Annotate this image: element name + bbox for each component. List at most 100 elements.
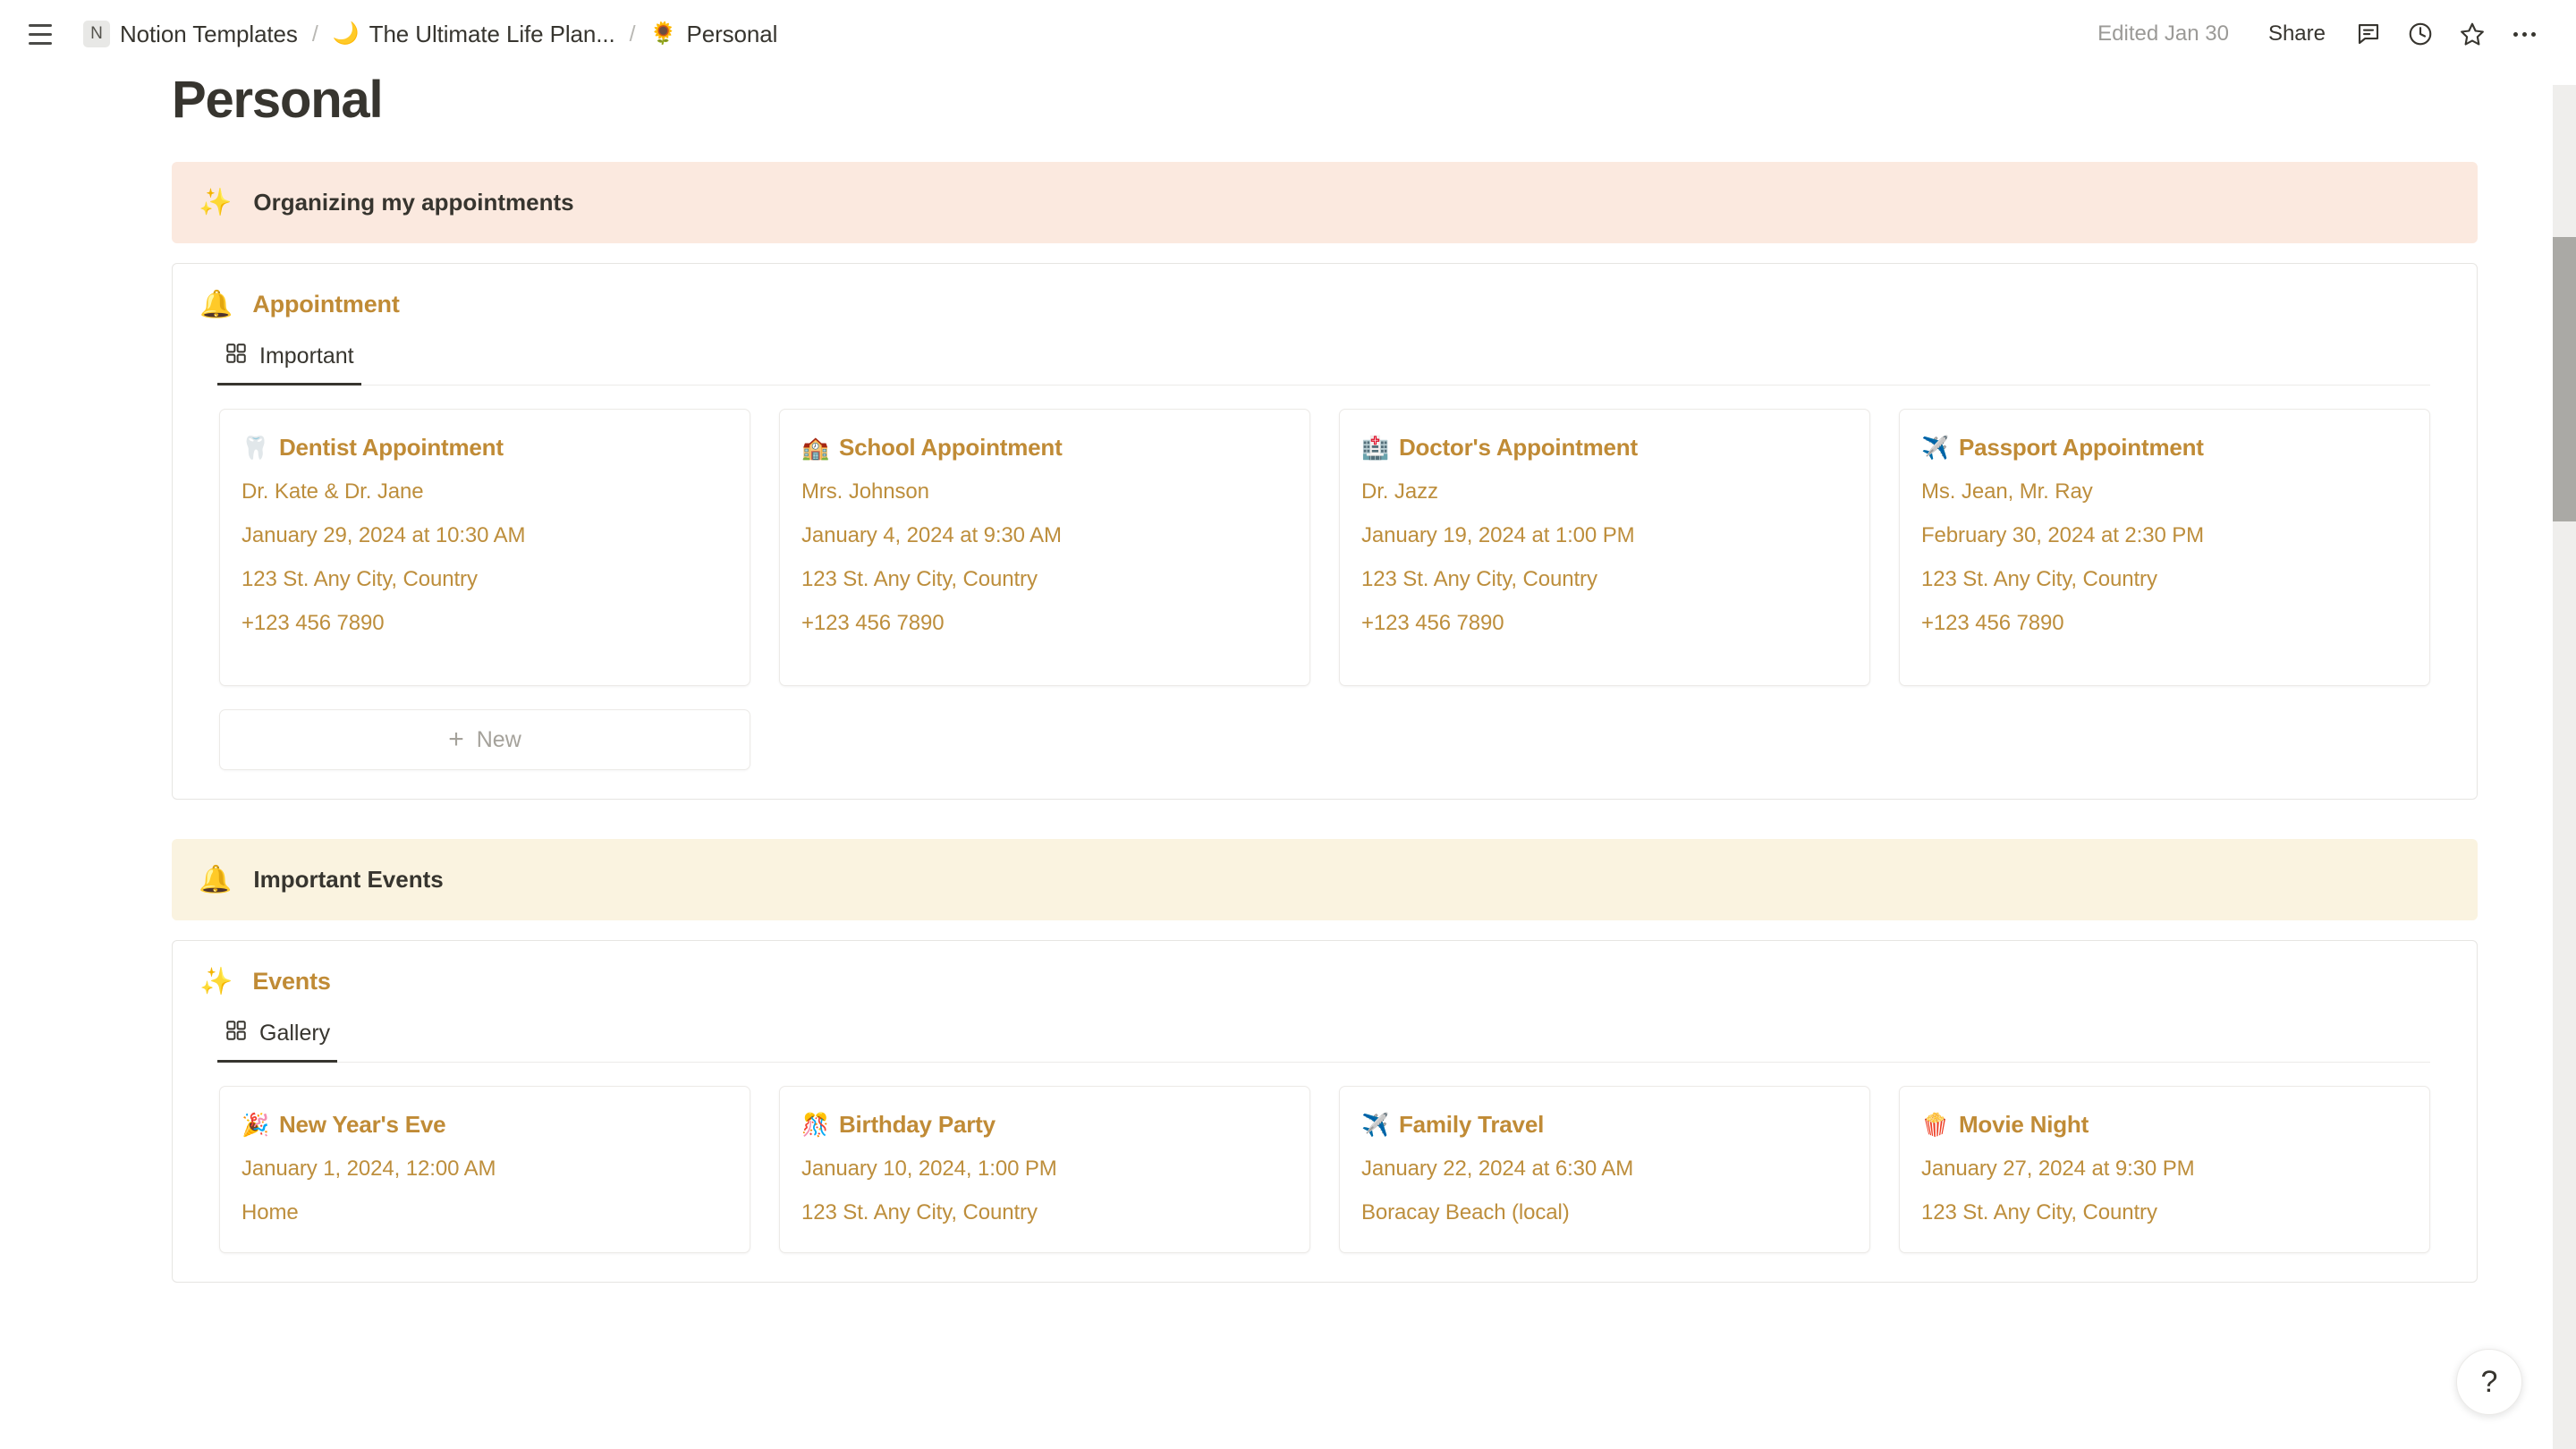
appointment-card-title: Dentist Appointment [278, 434, 504, 461]
appointment-card-phone: +123 456 7890 [1361, 611, 1504, 635]
breadcrumb-label-workspace: Notion Templates [120, 20, 298, 47]
events-database-header: ✨ Events [173, 959, 2477, 999]
vertical-scrollbar-thumb[interactable] [2553, 237, 2576, 521]
breadcrumb-item-life-plan[interactable]: 🌙 The Ultimate Life Plan... [325, 16, 623, 53]
appointment-card[interactable]: 🏫 School Appointment Mrs. Johnson Januar… [779, 409, 1310, 686]
breadcrumb-item-workspace[interactable]: N Notion Templates [75, 16, 306, 53]
event-card[interactable]: ✈️ Family Travel January 22, 2024 at 6:3… [1339, 1086, 1870, 1253]
event-card-title: Movie Night [1958, 1111, 2089, 1138]
appointment-card-address: 123 St. Any City, Country [1361, 567, 1597, 591]
events-cards-grid: 🎉 New Year's Eve January 1, 2024, 12:00 … [173, 1063, 2477, 1253]
appointment-card[interactable]: 🦷 Dentist Appointment Dr. Kate & Dr. Jan… [219, 409, 750, 686]
appointment-card-title-row: 🏫 School Appointment [801, 434, 1288, 462]
page-content: Personal ✨ Organizing my appointments 🔔 … [0, 70, 2576, 1283]
tab-important[interactable]: Important [217, 333, 361, 386]
tab-important-label: Important [259, 343, 354, 369]
confetti-ball-icon: 🎊 [801, 1113, 829, 1138]
event-card[interactable]: 🎉 New Year's Eve January 1, 2024, 12:00 … [219, 1086, 750, 1253]
star-icon[interactable] [2451, 13, 2494, 55]
appointment-card-datetime: January 29, 2024 at 10:30 AM [242, 523, 526, 547]
event-card-location: Home [242, 1200, 299, 1224]
workspace-badge-icon: N [83, 21, 110, 47]
airplane-icon: ✈️ [1361, 1113, 1389, 1138]
event-card-title: New Year's Eve [278, 1111, 446, 1138]
top-bar-actions: Edited Jan 30 Share [2087, 13, 2546, 55]
event-card-datetime: January 1, 2024, 12:00 AM [242, 1157, 496, 1181]
event-card-title-row: ✈️ Family Travel [1361, 1111, 1848, 1139]
party-popper-icon: 🎉 [242, 1113, 269, 1138]
gallery-view-icon [225, 1019, 248, 1048]
page-title[interactable]: Personal [172, 70, 2478, 130]
moon-icon: 🌙 [332, 21, 360, 46]
new-appointment-label: New [476, 726, 521, 752]
appointment-database-tabs: Important [217, 333, 2430, 386]
history-icon[interactable] [2399, 13, 2442, 55]
bell-icon: 🔔 [199, 289, 233, 319]
appointment-database-block: 🔔 Appointment Important 🦷 Dentist Appoin… [172, 263, 2478, 800]
tab-gallery[interactable]: Gallery [217, 1010, 338, 1063]
event-card-title: Birthday Party [838, 1111, 996, 1138]
breadcrumb-label-life-plan: The Ultimate Life Plan... [369, 20, 615, 47]
appointment-card-address: 123 St. Any City, Country [801, 567, 1038, 591]
new-appointment-button[interactable]: + New [219, 709, 750, 770]
event-card-datetime: January 22, 2024 at 6:30 AM [1361, 1157, 1634, 1181]
bell-icon: 🔔 [199, 864, 233, 894]
appointment-card-phone: +123 456 7890 [242, 611, 385, 635]
appointment-card-datetime: January 4, 2024 at 9:30 AM [801, 523, 1062, 547]
airplane-icon: ✈️ [1921, 436, 1949, 461]
appointment-card-phone: +123 456 7890 [1921, 611, 2064, 635]
event-card-title-row: 🍿 Movie Night [1921, 1111, 2408, 1139]
appointment-card-title: Passport Appointment [1958, 434, 2204, 461]
appointment-card-person: Dr. Jazz [1361, 479, 1438, 504]
tooth-icon: 🦷 [242, 436, 269, 461]
callout-organizing-appointments[interactable]: ✨ Organizing my appointments [172, 162, 2478, 243]
appointment-card-datetime: January 19, 2024 at 1:00 PM [1361, 523, 1635, 547]
appointment-card-address: 123 St. Any City, Country [1921, 567, 2157, 591]
plus-icon: + [448, 724, 464, 754]
comment-icon[interactable] [2347, 13, 2390, 55]
appointment-card-phone: +123 456 7890 [801, 611, 945, 635]
top-bar: N Notion Templates / 🌙 The Ultimate Life… [0, 0, 2576, 68]
sparkles-icon: ✨ [199, 966, 233, 996]
appointment-card-title: School Appointment [838, 434, 1063, 461]
hospital-icon: 🏥 [1361, 436, 1389, 461]
sparkles-icon: ✨ [199, 187, 233, 217]
event-card-datetime: January 27, 2024 at 9:30 PM [1921, 1157, 2195, 1181]
event-card-location: 123 St. Any City, Country [1921, 1200, 2157, 1224]
more-options-icon[interactable] [2503, 13, 2546, 55]
appointment-card[interactable]: ✈️ Passport Appointment Ms. Jean, Mr. Ra… [1899, 409, 2430, 686]
event-card[interactable]: 🍿 Movie Night January 27, 2024 at 9:30 P… [1899, 1086, 2430, 1253]
appointment-card-title-row: 🏥 Doctor's Appointment [1361, 434, 1848, 462]
breadcrumb-separator-1: / [311, 21, 318, 47]
last-edited-label[interactable]: Edited Jan 30 [2087, 16, 2240, 52]
event-card-location: 123 St. Any City, Country [801, 1200, 1038, 1224]
appointment-card-datetime: February 30, 2024 at 2:30 PM [1921, 523, 2205, 547]
breadcrumb-label-personal: Personal [686, 20, 778, 47]
tab-gallery-label: Gallery [259, 1021, 331, 1046]
popcorn-icon: 🍿 [1921, 1113, 1949, 1138]
breadcrumb-item-personal[interactable]: 🌻 Personal [642, 16, 786, 53]
events-database-title[interactable]: Events [252, 968, 331, 996]
event-card-location: Boracay Beach (local) [1361, 1200, 1570, 1224]
event-card-title-row: 🎉 New Year's Eve [242, 1111, 728, 1139]
callout-important-events[interactable]: 🔔 Important Events [172, 839, 2478, 920]
appointment-card-title: Doctor's Appointment [1398, 434, 1638, 461]
events-database-tabs: Gallery [217, 1010, 2430, 1063]
share-button[interactable]: Share [2256, 15, 2338, 53]
appointment-card-address: 123 St. Any City, Country [242, 567, 478, 591]
appointment-card-title-row: ✈️ Passport Appointment [1921, 434, 2408, 462]
gallery-view-icon [225, 342, 248, 371]
event-card[interactable]: 🎊 Birthday Party January 10, 2024, 1:00 … [779, 1086, 1310, 1253]
callout-text-appointments: Organizing my appointments [253, 189, 574, 216]
hamburger-menu-icon[interactable] [25, 19, 55, 49]
appointment-card-title-row: 🦷 Dentist Appointment [242, 434, 728, 462]
appointment-card-person: Mrs. Johnson [801, 479, 929, 504]
sunflower-icon: 🌻 [649, 21, 677, 46]
appointment-new-row: + New [173, 686, 2477, 770]
appointment-database-title[interactable]: Appointment [252, 291, 399, 318]
appointment-card[interactable]: 🏥 Doctor's Appointment Dr. Jazz January … [1339, 409, 1870, 686]
appointment-cards-grid: 🦷 Dentist Appointment Dr. Kate & Dr. Jan… [173, 386, 2477, 686]
help-button[interactable]: ? [2456, 1349, 2522, 1415]
school-icon: 🏫 [801, 436, 829, 461]
event-card-datetime: January 10, 2024, 1:00 PM [801, 1157, 1057, 1181]
